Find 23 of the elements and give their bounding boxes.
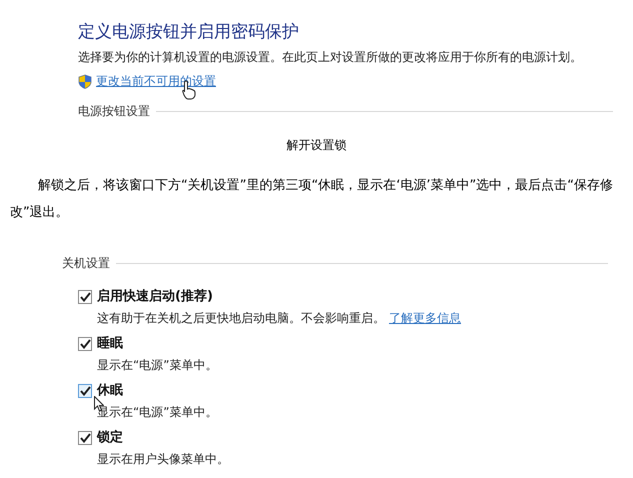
paragraph: 解锁之后，将该窗口下方“关机设置”里的第三项“休眠，显示在‘电源’菜单中”选中，最后点击“保存修改”退出。: [9, 177, 614, 222]
option-description: 这有助于在关机之后更快地启动电脑。不会影响重启。: [97, 310, 385, 327]
image-caption: 解开设置锁: [286, 137, 348, 154]
option-label: 锁定: [97, 428, 123, 448]
learn-more-link[interactable]: 了解更多信息: [389, 309, 461, 327]
page-title: 定义电源按钮并启用密码保护: [78, 21, 300, 44]
check-icon: [80, 339, 90, 349]
option-label: 睡眠: [97, 335, 123, 354]
option-description: 显示在“电源”菜单中。: [97, 357, 218, 374]
checkbox[interactable]: [78, 337, 92, 351]
option-label: 启用快速启动(推荐): [97, 288, 213, 306]
section-heading: 电源按钮设置: [78, 103, 150, 120]
checkbox[interactable]: [78, 431, 92, 445]
description: 选择要为你的计算机设置的电源设置。在此页上对设置所做的更改将应用于你所有的电源计划。: [78, 49, 583, 66]
shield-icon: [78, 74, 92, 88]
option-label: 休眠: [97, 382, 123, 400]
checkbox[interactable]: [78, 290, 92, 304]
section-heading: 关机设置: [62, 255, 110, 272]
check-icon: [80, 386, 90, 396]
option-description: 显示在用户头像菜单中。: [97, 451, 229, 468]
checkbox[interactable]: [78, 384, 92, 398]
check-icon: [80, 433, 90, 443]
check-icon: [80, 292, 90, 302]
